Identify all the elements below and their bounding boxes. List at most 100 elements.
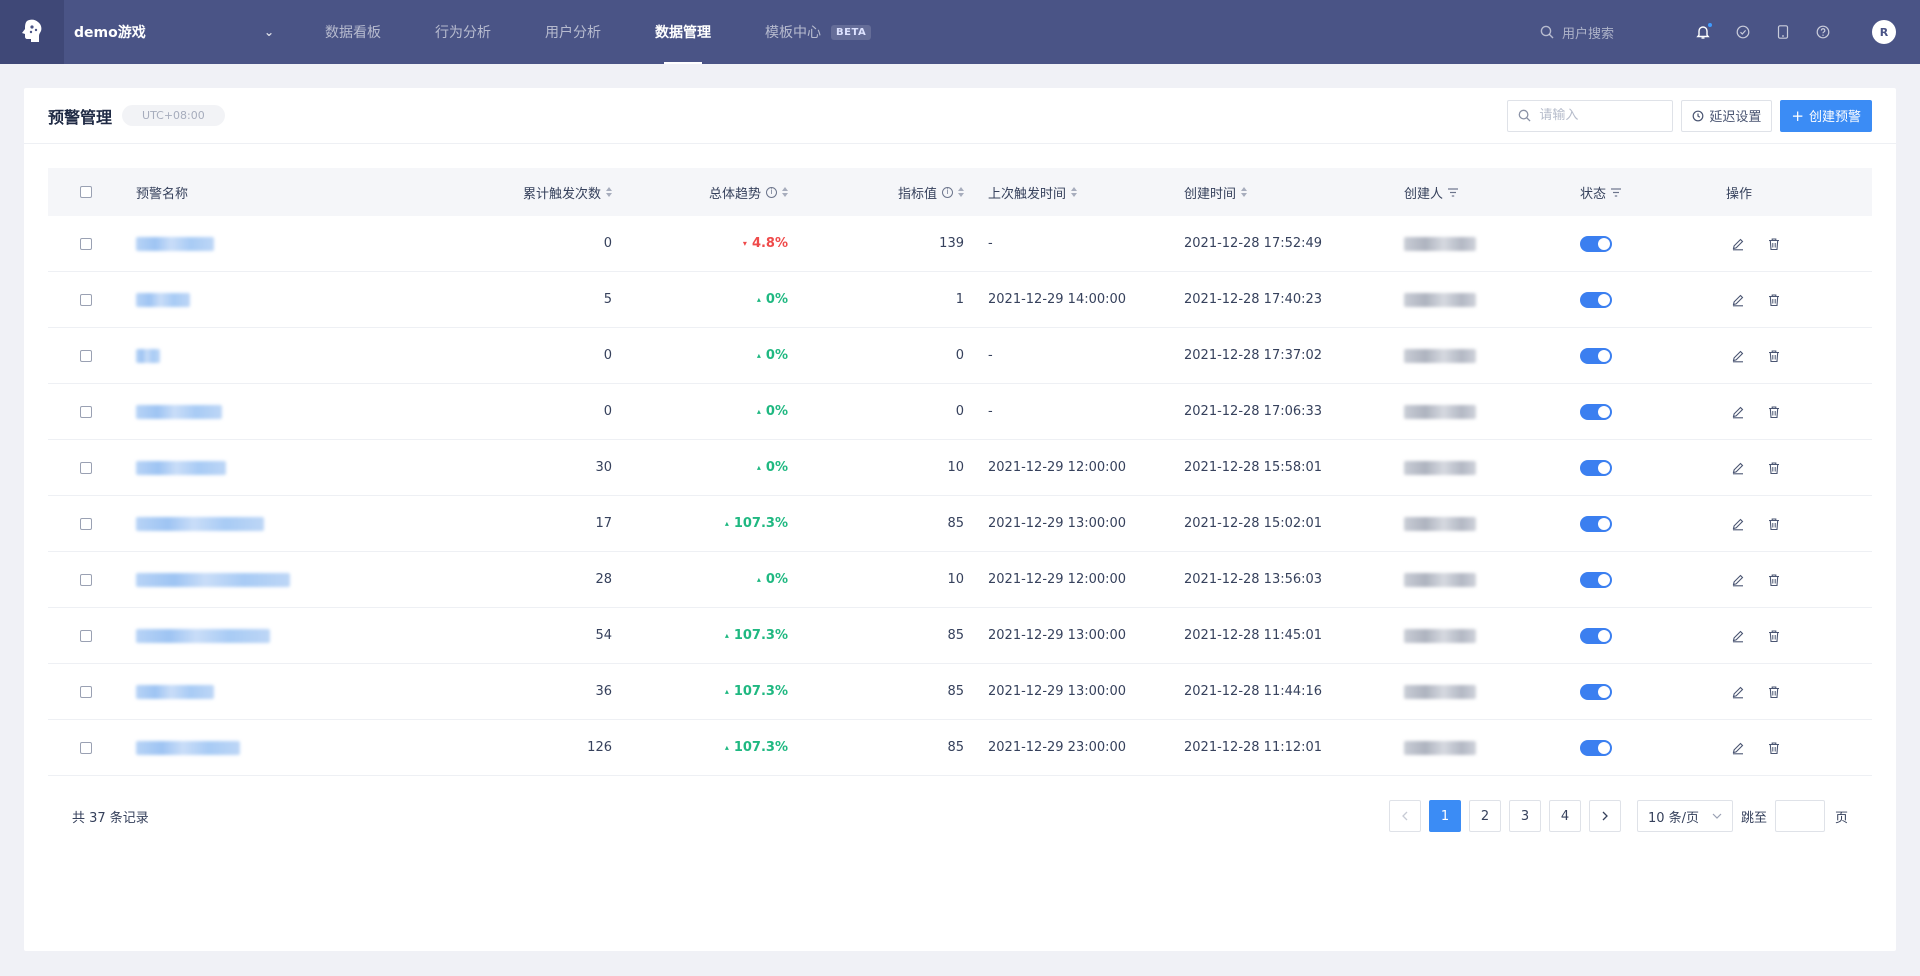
status-toggle[interactable]	[1580, 739, 1612, 756]
edit-icon[interactable]	[1730, 572, 1746, 588]
header-label: 上次触发时间	[988, 186, 1067, 202]
delay-settings-button[interactable]: 延迟设置	[1681, 99, 1773, 132]
delete-icon[interactable]	[1766, 404, 1782, 420]
project-selector[interactable]: demo游戏 ⌄	[64, 22, 274, 42]
col-last-triggered[interactable]: 上次触发时间	[964, 183, 1184, 202]
page-button-4[interactable]: 4	[1548, 800, 1581, 832]
sort-icon[interactable]	[1241, 187, 1248, 197]
col-name: 预警名称	[136, 183, 416, 202]
created-time: 2021-12-28 13:56:03	[1184, 572, 1323, 587]
prev-page-button[interactable]	[1388, 800, 1421, 832]
search-input[interactable]	[1539, 108, 1660, 123]
edit-icon[interactable]	[1730, 516, 1746, 532]
row-checkbox[interactable]	[80, 685, 92, 698]
status-toggle[interactable]	[1580, 403, 1612, 420]
delete-icon[interactable]	[1766, 348, 1782, 364]
status-toggle[interactable]	[1580, 627, 1612, 644]
row-checkbox[interactable]	[80, 237, 92, 250]
row-checkbox[interactable]	[80, 517, 92, 530]
app-logo[interactable]	[0, 0, 64, 64]
col-creator[interactable]: 创建人	[1404, 183, 1580, 202]
col-trend[interactable]: 总体趋势 i	[612, 183, 788, 202]
page-button-1[interactable]: 1	[1428, 800, 1461, 832]
page-button-3[interactable]: 3	[1508, 800, 1541, 832]
status-toggle[interactable]	[1580, 235, 1612, 252]
tab-template-center[interactable]: 模板中心 BETA	[738, 0, 898, 64]
clock-icon	[1692, 110, 1704, 121]
tab-user-analysis[interactable]: 用户分析	[518, 0, 628, 64]
alert-name-link[interactable]	[136, 460, 226, 475]
tab-behavior-analysis[interactable]: 行为分析	[408, 0, 518, 64]
mobile-button[interactable]	[1774, 23, 1792, 41]
delete-icon[interactable]	[1766, 628, 1782, 644]
header-label: 指标值	[897, 186, 937, 202]
delete-icon[interactable]	[1766, 740, 1782, 756]
status-toggle[interactable]	[1580, 683, 1612, 700]
status-toggle[interactable]	[1580, 515, 1612, 532]
alert-name-link[interactable]	[136, 516, 264, 531]
delete-icon[interactable]	[1766, 460, 1782, 476]
row-checkbox[interactable]	[80, 405, 92, 418]
notification-button[interactable]	[1694, 22, 1713, 41]
select-all-checkbox[interactable]	[80, 186, 92, 198]
edit-icon[interactable]	[1730, 404, 1746, 420]
row-checkbox[interactable]	[80, 741, 92, 754]
tab-dashboard[interactable]: 数据看板	[298, 0, 408, 64]
alert-name-link[interactable]	[136, 684, 214, 699]
alert-name-link[interactable]	[136, 236, 214, 251]
edit-icon[interactable]	[1730, 628, 1746, 644]
alert-name-link[interactable]	[136, 404, 222, 419]
row-checkbox[interactable]	[80, 349, 92, 362]
tab-label: 模板中心	[765, 25, 821, 41]
sort-icon[interactable]	[1071, 187, 1078, 197]
alert-name-link[interactable]	[136, 628, 270, 643]
status-toggle[interactable]	[1580, 571, 1612, 588]
row-checkbox[interactable]	[80, 293, 92, 306]
tasks-button[interactable]	[1734, 23, 1752, 41]
status-toggle[interactable]	[1580, 347, 1612, 364]
tab-label: 行为分析	[435, 25, 491, 41]
alert-name-link[interactable]	[136, 348, 160, 363]
alert-name-link[interactable]	[136, 292, 190, 307]
create-alert-button[interactable]: + 创建预警	[1780, 99, 1872, 132]
next-page-button[interactable]	[1588, 800, 1621, 832]
page-size-select[interactable]: 10 条/页	[1636, 800, 1733, 832]
trend-text: 107.3%	[733, 684, 788, 699]
project-name: demo游戏	[74, 25, 146, 41]
edit-icon[interactable]	[1730, 740, 1746, 756]
delete-icon[interactable]	[1766, 516, 1782, 532]
filter-icon[interactable]	[1448, 187, 1459, 197]
edit-icon[interactable]	[1730, 460, 1746, 476]
info-icon[interactable]: i	[766, 186, 777, 198]
jump-page-input[interactable]	[1774, 800, 1825, 832]
user-search[interactable]: 用户搜索	[1540, 23, 1614, 42]
status-toggle[interactable]	[1580, 459, 1612, 476]
alert-name-link[interactable]	[136, 572, 290, 587]
filter-icon[interactable]	[1611, 187, 1622, 197]
delete-icon[interactable]	[1766, 572, 1782, 588]
status-toggle[interactable]	[1580, 291, 1612, 308]
avatar[interactable]: R	[1872, 20, 1896, 44]
edit-icon[interactable]	[1730, 684, 1746, 700]
col-value[interactable]: 指标值 i	[788, 183, 964, 202]
delete-icon[interactable]	[1766, 292, 1782, 308]
trend-value: ▴ 0%	[757, 460, 788, 475]
row-checkbox[interactable]	[80, 573, 92, 586]
col-count[interactable]: 累计触发次数	[416, 183, 612, 202]
mobile-icon	[1777, 25, 1789, 39]
info-icon[interactable]: i	[942, 186, 953, 198]
row-checkbox[interactable]	[80, 461, 92, 474]
alert-name-link[interactable]	[136, 740, 240, 755]
delete-icon[interactable]	[1766, 236, 1782, 252]
delete-icon[interactable]	[1766, 684, 1782, 700]
col-created[interactable]: 创建时间	[1184, 183, 1404, 202]
page-button-2[interactable]: 2	[1468, 800, 1501, 832]
created-time: 2021-12-28 17:37:02	[1184, 348, 1323, 363]
tab-data-management[interactable]: 数据管理	[628, 0, 738, 64]
edit-icon[interactable]	[1730, 236, 1746, 252]
edit-icon[interactable]	[1730, 348, 1746, 364]
edit-icon[interactable]	[1730, 292, 1746, 308]
col-status[interactable]: 状态	[1580, 183, 1726, 202]
row-checkbox[interactable]	[80, 629, 92, 642]
help-button[interactable]	[1814, 23, 1832, 41]
